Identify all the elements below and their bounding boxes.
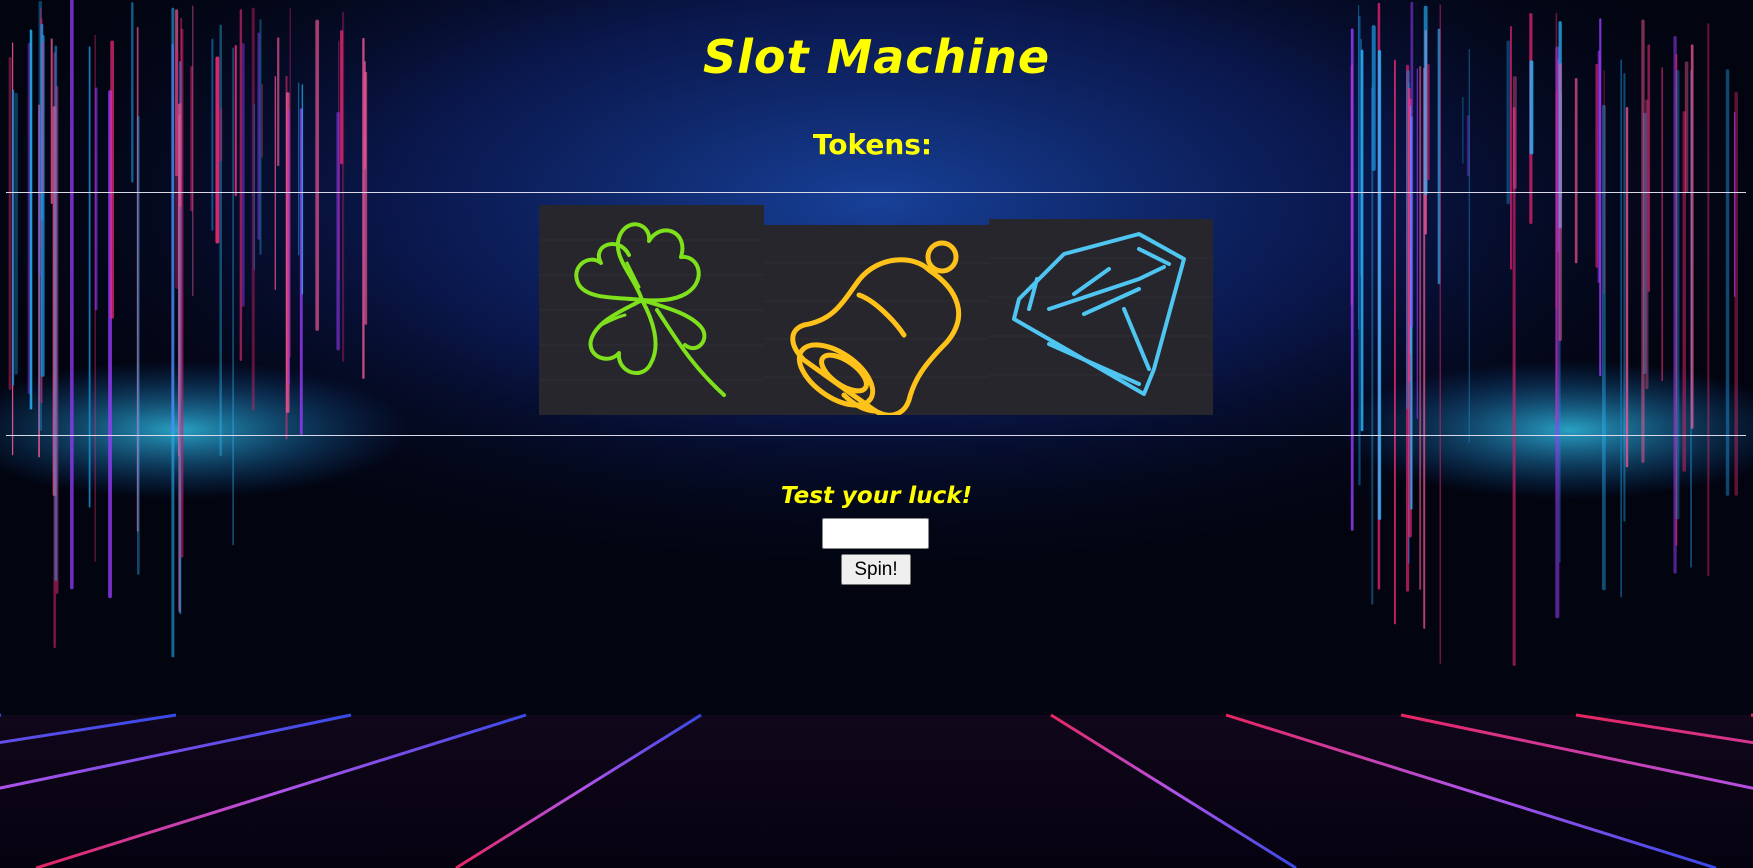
bet-input[interactable] bbox=[822, 518, 929, 549]
reel-2 bbox=[764, 225, 989, 415]
luck-prompt: Test your luck! bbox=[780, 483, 973, 509]
tokens-display: Tokens: bbox=[0, 128, 1753, 161]
top-divider bbox=[6, 192, 1746, 193]
clover-icon bbox=[539, 222, 764, 397]
reel-1 bbox=[539, 205, 764, 415]
bottom-divider bbox=[6, 435, 1746, 436]
page-title: Slot Machine bbox=[702, 30, 1051, 84]
reel-3 bbox=[989, 219, 1213, 415]
tokens-label: Tokens: bbox=[812, 128, 933, 161]
bell-icon bbox=[764, 240, 989, 415]
spin-button[interactable]: Spin! bbox=[841, 554, 911, 585]
diamond-icon bbox=[989, 232, 1213, 396]
